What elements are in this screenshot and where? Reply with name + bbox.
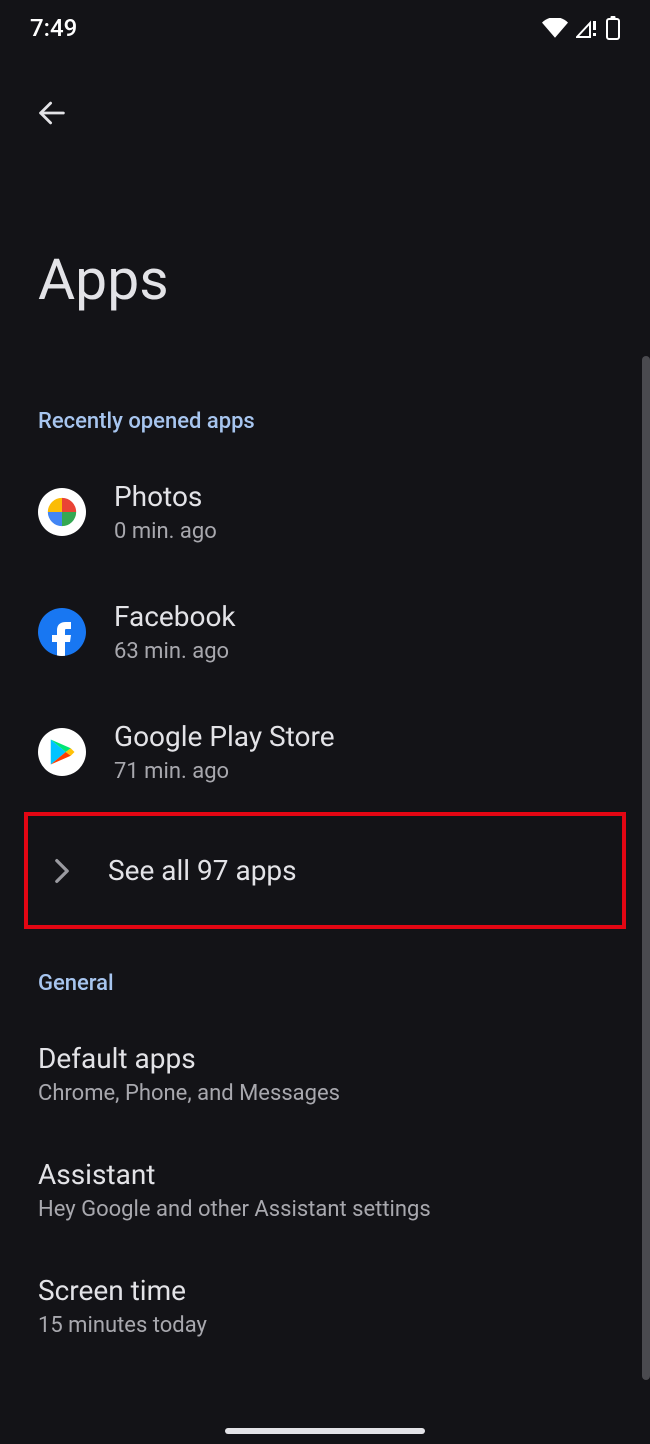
status-bar: 7:49 [0,0,650,56]
status-icons [542,16,620,40]
app-subtitle: 0 min. ago [114,519,217,544]
see-all-label: See all 97 apps [86,854,297,887]
status-time: 7:49 [30,14,77,42]
highlight-box: See all 97 apps [24,812,626,929]
arrow-left-icon [35,96,69,133]
play-store-icon [38,728,86,776]
scrollbar[interactable] [642,356,650,1380]
recent-app-facebook[interactable]: Facebook 63 min. ago [0,572,650,692]
battery-icon [606,16,620,40]
facebook-icon [38,608,86,656]
app-name: Photos [114,480,217,513]
signal-alert-icon [576,18,598,38]
app-subtitle: 63 min. ago [114,639,236,664]
recent-app-play-store[interactable]: Google Play Store 71 min. ago [0,692,650,812]
recent-app-photos[interactable]: Photos 0 min. ago [0,452,650,572]
see-all-apps-button[interactable]: See all 97 apps [28,820,622,921]
item-subtitle: 15 minutes today [38,1313,626,1338]
section-header-general: General [0,929,650,1016]
app-name: Google Play Store [114,720,335,753]
default-apps-item[interactable]: Default apps Chrome, Phone, and Messages [0,1016,650,1132]
app-name: Facebook [114,600,236,633]
wifi-icon [542,18,568,38]
chevron-right-icon [38,858,86,884]
item-title: Screen time [38,1274,626,1307]
back-button[interactable] [30,92,74,136]
photos-icon [38,488,86,536]
item-title: Default apps [38,1042,626,1075]
item-subtitle: Chrome, Phone, and Messages [38,1081,626,1106]
item-title: Assistant [38,1158,626,1191]
screen-time-item[interactable]: Screen time 15 minutes today [0,1248,650,1364]
app-subtitle: 71 min. ago [114,759,335,784]
toolbar [0,56,650,136]
assistant-item[interactable]: Assistant Hey Google and other Assistant… [0,1132,650,1248]
item-subtitle: Hey Google and other Assistant settings [38,1197,626,1222]
home-indicator[interactable] [225,1428,425,1434]
page-title: Apps [0,136,650,313]
section-header-recent: Recently opened apps [0,313,650,452]
